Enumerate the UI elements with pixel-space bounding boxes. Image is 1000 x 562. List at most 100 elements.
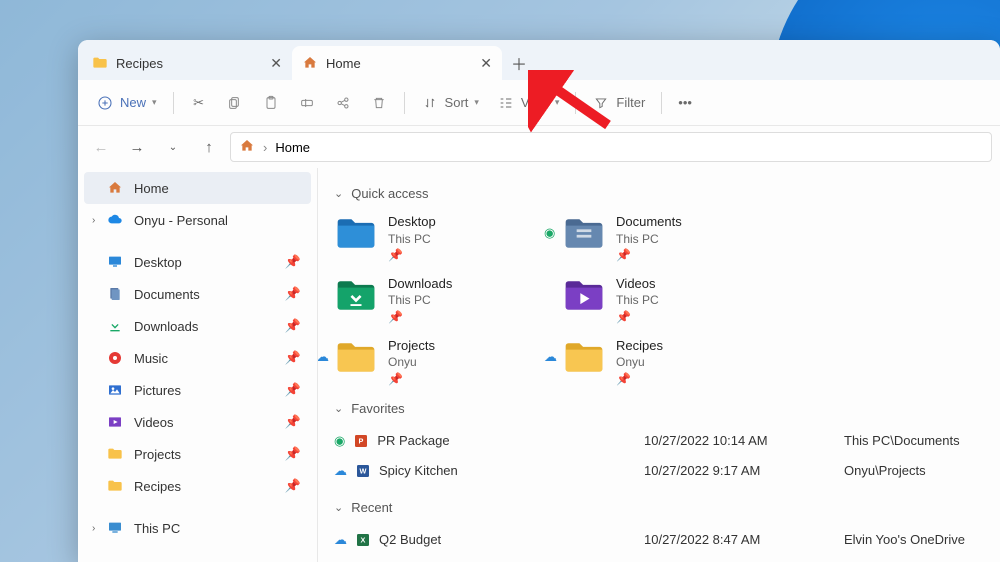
word-icon: W: [355, 463, 371, 479]
sidebar-item-music[interactable]: Music 📌: [84, 342, 311, 374]
documents-icon: [106, 285, 124, 303]
qa-item-documents[interactable]: ◉ Documents This PC 📌: [562, 211, 762, 263]
plus-circle-icon: [96, 94, 114, 112]
command-bar: New ▾ ✂ Sort ▾ View ▾ Filter •••: [78, 80, 1000, 126]
sidebar-label: Pictures: [134, 383, 181, 398]
sidebar-item-documents[interactable]: Documents 📌: [84, 278, 311, 310]
recent-row[interactable]: ☁ X Q2 Budget 10/27/2022 8:47 AM Elvin Y…: [334, 525, 984, 555]
delete-button[interactable]: [362, 89, 396, 117]
videos-folder-icon: [562, 273, 606, 317]
sidebar-item-projects[interactable]: Projects 📌: [84, 438, 311, 470]
downloads-folder-icon: [334, 273, 378, 317]
new-tab-button[interactable]: ＋: [502, 46, 536, 80]
forward-button[interactable]: →: [122, 132, 152, 162]
section-favorites[interactable]: ⌄ Favorites: [334, 401, 984, 416]
file-name: Spicy Kitchen: [379, 463, 458, 478]
sidebar-item-recipes[interactable]: Recipes 📌: [84, 470, 311, 502]
qa-sub: This PC: [388, 231, 436, 247]
cloud-icon: ☁: [544, 349, 557, 365]
qa-title: Recipes: [616, 337, 663, 355]
qa-item-videos[interactable]: Videos This PC 📌: [562, 273, 762, 325]
section-label: Quick access: [351, 186, 428, 201]
path-segment: Home: [275, 140, 310, 155]
sidebar-item-home[interactable]: Home: [84, 172, 311, 204]
home-icon: [239, 138, 255, 157]
cloud-icon: ☁: [334, 532, 347, 548]
folder-icon: [92, 55, 108, 71]
downloads-icon: [106, 317, 124, 335]
new-button[interactable]: New ▾: [88, 89, 165, 117]
pin-icon: 📌: [285, 414, 301, 430]
desktop-icon: [106, 253, 124, 271]
pin-icon: 📌: [285, 382, 301, 398]
sidebar-item-pictures[interactable]: Pictures 📌: [84, 374, 311, 406]
svg-text:W: W: [360, 466, 367, 475]
file-location: Onyu\Projects: [844, 463, 984, 478]
qa-item-desktop[interactable]: Desktop This PC 📌: [334, 211, 534, 263]
sidebar-label: Documents: [134, 287, 200, 302]
close-icon[interactable]: ✕: [270, 55, 282, 72]
divider: [661, 92, 662, 114]
share-button[interactable]: [326, 89, 360, 117]
sidebar-label: Home: [134, 181, 169, 196]
sort-label: Sort: [445, 95, 469, 110]
share-icon: [334, 94, 352, 112]
section-recent[interactable]: ⌄ Recent: [334, 500, 984, 515]
pin-icon: 📌: [285, 254, 301, 270]
tab-strip: Recipes ✕ Home ✕ ＋: [78, 40, 1000, 80]
sort-button[interactable]: Sort ▾: [413, 89, 487, 117]
copy-button[interactable]: [218, 89, 252, 117]
pin-icon: 📌: [285, 446, 301, 462]
tab-home[interactable]: Home ✕: [292, 46, 502, 80]
qa-item-projects[interactable]: ☁ Projects Onyu 📌: [334, 335, 534, 387]
up-button[interactable]: ↑: [194, 132, 224, 162]
sidebar-item-desktop[interactable]: Desktop 📌: [84, 246, 311, 278]
sync-green-icon: ◉: [334, 433, 345, 449]
pin-icon: 📌: [285, 286, 301, 302]
powerpoint-icon: P: [353, 433, 369, 449]
divider: [575, 92, 576, 114]
favorite-row[interactable]: ☁ W Spicy Kitchen 10/27/2022 9:17 AM Ony…: [334, 456, 984, 486]
qa-sub: Onyu: [388, 354, 435, 370]
videos-icon: [106, 413, 124, 431]
cut-button[interactable]: ✂: [182, 89, 216, 117]
divider: [173, 92, 174, 114]
address-path[interactable]: › Home: [230, 132, 992, 162]
sidebar-label: Projects: [134, 447, 181, 462]
folder-icon: [106, 477, 124, 495]
chevron-down-icon: ⌄: [334, 501, 343, 514]
music-icon: [106, 349, 124, 367]
qa-sub: This PC: [388, 292, 452, 308]
more-button[interactable]: •••: [670, 90, 700, 115]
view-button[interactable]: View ▾: [489, 89, 567, 117]
qa-title: Documents: [616, 213, 682, 231]
pin-icon: 📌: [285, 318, 301, 334]
tab-recipes[interactable]: Recipes ✕: [82, 46, 292, 80]
sidebar-item-downloads[interactable]: Downloads 📌: [84, 310, 311, 342]
pin-icon: 📌: [616, 247, 682, 263]
file-name: Q2 Budget: [379, 532, 441, 547]
close-icon[interactable]: ✕: [480, 55, 492, 72]
sidebar-item-videos[interactable]: Videos 📌: [84, 406, 311, 438]
section-quick-access[interactable]: ⌄ Quick access: [334, 186, 984, 201]
section-label: Recent: [351, 500, 392, 515]
path-separator: ›: [263, 140, 267, 155]
cut-icon: ✂: [190, 94, 208, 112]
qa-item-recipes[interactable]: ☁ Recipes Onyu 📌: [562, 335, 762, 387]
chevron-right-icon[interactable]: ›: [92, 215, 106, 226]
qa-sub: Onyu: [616, 354, 663, 370]
filter-button[interactable]: Filter: [584, 89, 653, 117]
back-button[interactable]: ←: [86, 132, 116, 162]
favorite-row[interactable]: ◉ P PR Package 10/27/2022 10:14 AM This …: [334, 426, 984, 456]
qa-item-downloads[interactable]: Downloads This PC 📌: [334, 273, 534, 325]
chevron-right-icon[interactable]: ›: [92, 523, 106, 534]
sidebar-label: Downloads: [134, 319, 198, 334]
sidebar-item-thispc[interactable]: › This PC: [84, 512, 311, 544]
sidebar-item-onedrive[interactable]: › Onyu - Personal: [84, 204, 311, 236]
chevron-down-icon: ⌄: [334, 187, 343, 200]
desktop-folder-icon: [334, 211, 378, 255]
folder-icon: [106, 445, 124, 463]
recent-button[interactable]: ⌄: [158, 132, 188, 162]
rename-button[interactable]: [290, 89, 324, 117]
paste-button[interactable]: [254, 89, 288, 117]
